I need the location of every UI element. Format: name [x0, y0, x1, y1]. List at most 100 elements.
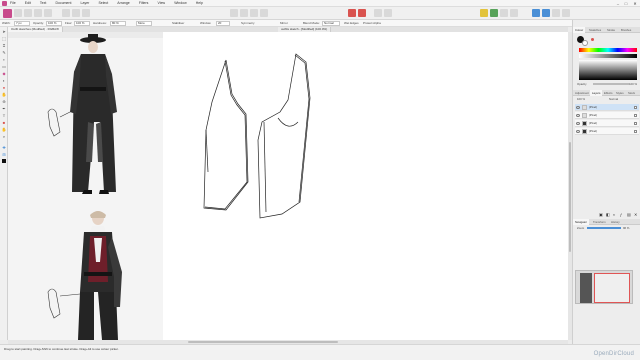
- order-back-button[interactable]: [480, 9, 488, 17]
- layer-visible-checkbox[interactable]: [634, 106, 637, 109]
- tab-adjustment[interactable]: Adjustment: [573, 90, 591, 96]
- auto-white-balance-button[interactable]: [260, 9, 268, 17]
- ruler-tool-icon[interactable]: ⊞: [1, 152, 7, 158]
- persona-export-button[interactable]: [44, 9, 52, 17]
- saturation-slider[interactable]: [579, 54, 637, 58]
- horizontal-scroll-thumb[interactable]: [188, 341, 338, 343]
- layer-opacity-value[interactable]: 100 %: [577, 97, 585, 101]
- navigator-preview[interactable]: [575, 270, 633, 304]
- canvas-area[interactable]: [8, 32, 568, 340]
- window-field[interactable]: 20: [216, 21, 230, 26]
- layer-row[interactable]: (Pixel): [575, 104, 639, 111]
- menu-edit[interactable]: Edit: [25, 0, 31, 7]
- symmetry-label[interactable]: Symmetry: [241, 21, 255, 26]
- fx-icon[interactable]: ƒ: [620, 212, 622, 217]
- persona-photo-button[interactable]: [3, 9, 12, 18]
- text-tool-icon[interactable]: T: [1, 113, 7, 119]
- opacity-field[interactable]: 100 %: [46, 21, 62, 26]
- boolean-button[interactable]: [542, 9, 550, 17]
- undo-button[interactable]: [82, 9, 90, 17]
- document-canvas[interactable]: [8, 32, 568, 340]
- selection-tool-icon[interactable]: ⬚: [1, 36, 7, 42]
- tab-swatches[interactable]: Swatches: [587, 27, 603, 33]
- menu-filters[interactable]: Filters: [139, 0, 149, 7]
- menu-file[interactable]: File: [10, 0, 16, 7]
- persona-develop-button[interactable]: [24, 9, 32, 17]
- dodge-tool-icon[interactable]: ●: [1, 85, 7, 91]
- arrange-button[interactable]: [532, 9, 540, 17]
- navigator-viewport[interactable]: [594, 273, 630, 303]
- tab-effects[interactable]: Effects: [602, 90, 615, 96]
- mirror-label[interactable]: Mirror: [280, 21, 288, 26]
- link-button[interactable]: [552, 9, 560, 17]
- pixel-tool-icon[interactable]: ▪: [1, 57, 7, 63]
- visibility-icon[interactable]: [576, 130, 580, 133]
- fill-tool-icon[interactable]: ◆: [1, 71, 7, 77]
- menu-text[interactable]: Text: [40, 0, 46, 7]
- order-forward-button[interactable]: [490, 9, 498, 17]
- wet-edges-label[interactable]: Wet Edges: [344, 21, 359, 26]
- hand-tool-icon[interactable]: ✋: [1, 127, 7, 133]
- close-button[interactable]: ✕: [631, 0, 639, 7]
- selection-mode-button[interactable]: [358, 9, 366, 17]
- auto-colors-button[interactable]: [250, 9, 258, 17]
- color-picker-tool-icon[interactable]: ✚: [1, 145, 7, 151]
- zoom-tool-icon[interactable]: ⌕: [1, 134, 7, 140]
- flow-field[interactable]: 100 %: [74, 21, 90, 26]
- tab-transform[interactable]: Transform: [591, 219, 608, 225]
- menu-document[interactable]: Document: [55, 0, 71, 7]
- layer-visible-checkbox[interactable]: [634, 122, 637, 125]
- snapping-button[interactable]: [384, 9, 392, 17]
- tab-layers[interactable]: Layers: [590, 90, 603, 96]
- swap-colors-icon[interactable]: [591, 38, 594, 41]
- foreground-color-swatch[interactable]: [1, 159, 7, 165]
- align-button[interactable]: [500, 9, 508, 17]
- studio-button[interactable]: [562, 9, 570, 17]
- eraser-tool-icon[interactable]: ▭: [1, 64, 7, 70]
- auto-contrast-button[interactable]: [240, 9, 248, 17]
- tab-stroke[interactable]: Stroke: [605, 27, 617, 33]
- protect-alpha-label[interactable]: Protect Alpha: [363, 21, 381, 26]
- persona-tonemap-button[interactable]: [34, 9, 42, 17]
- tab-navigator[interactable]: Navigator: [573, 219, 589, 225]
- move-tool-icon[interactable]: ➤: [1, 29, 7, 35]
- secondary-color-circle[interactable]: [582, 40, 588, 46]
- shape-tool-icon[interactable]: ■: [1, 120, 7, 126]
- tab-styles[interactable]: Styles: [614, 90, 626, 96]
- visibility-icon[interactable]: [576, 106, 580, 109]
- adjustment-layer-icon[interactable]: ◐: [613, 212, 615, 217]
- delete-layer-icon[interactable]: ✕: [634, 212, 637, 217]
- smudge-tool-icon[interactable]: ✋: [1, 92, 7, 98]
- window-label[interactable]: Window: [200, 21, 211, 26]
- brush-tool-icon[interactable]: ✎: [1, 50, 7, 56]
- menu-select[interactable]: Select: [98, 0, 108, 7]
- visibility-icon[interactable]: [576, 122, 580, 125]
- layer-row[interactable]: (Pixel): [575, 120, 639, 127]
- more-button[interactable]: More: [136, 21, 152, 26]
- tab-history[interactable]: History: [609, 219, 622, 225]
- menu-help[interactable]: Help: [196, 0, 203, 7]
- menu-view[interactable]: View: [158, 0, 166, 7]
- add-layer-icon[interactable]: ▣: [599, 212, 603, 217]
- color-opacity-slider[interactable]: [593, 83, 629, 85]
- tab-colour[interactable]: Colour: [573, 27, 586, 33]
- color-field[interactable]: [579, 60, 637, 80]
- width-field[interactable]: 7 px: [14, 21, 30, 26]
- tab-stock[interactable]: Stock: [626, 90, 637, 96]
- menu-layer[interactable]: Layer: [81, 0, 90, 7]
- blend-mode-select[interactable]: Normal: [322, 21, 340, 26]
- hue-slider[interactable]: [579, 48, 637, 52]
- menu-window[interactable]: Window: [174, 0, 186, 7]
- layer-visible-checkbox[interactable]: [634, 130, 637, 133]
- maximize-button[interactable]: □: [622, 0, 630, 7]
- layer-row[interactable]: (Pixel): [575, 112, 639, 119]
- clone-tool-icon[interactable]: ⊕: [1, 99, 7, 105]
- pen-tool-icon[interactable]: ✒: [1, 106, 7, 112]
- gradient-tool-icon[interactable]: ◐: [1, 78, 7, 84]
- zoom-slider[interactable]: [587, 227, 621, 229]
- stabiliser-label[interactable]: Stabiliser: [172, 21, 184, 26]
- minimize-button[interactable]: –: [614, 0, 622, 7]
- crop-tool-icon[interactable]: ⌗: [1, 43, 7, 49]
- layer-row[interactable]: (Pixel): [575, 128, 639, 135]
- persona-liquify-button[interactable]: [14, 9, 22, 17]
